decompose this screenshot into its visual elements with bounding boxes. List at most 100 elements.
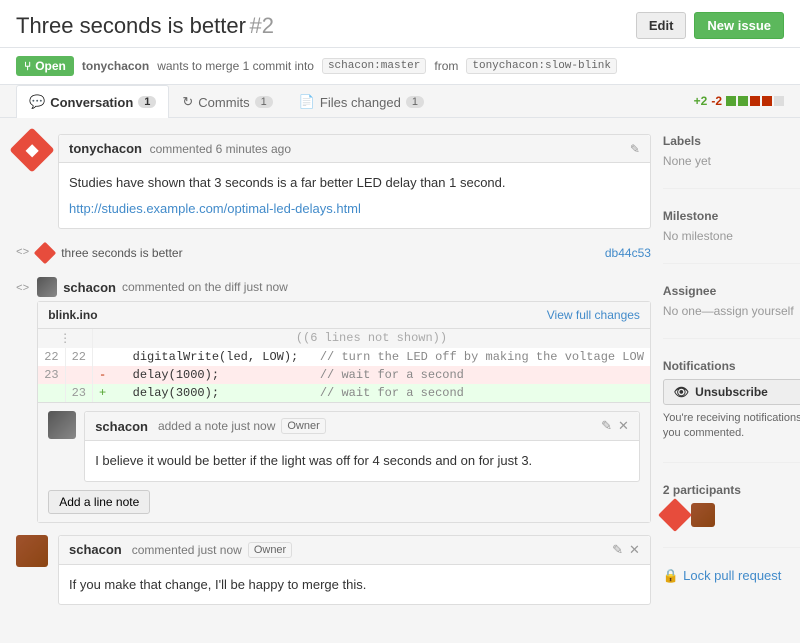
participants-title: 2 participants (663, 483, 800, 497)
diff-block-del2 (762, 96, 772, 106)
diff-row-normal: 22 22 digitalWrite(led, LOW); // turn th… (38, 348, 650, 366)
avatar-schacon-small (37, 277, 57, 297)
labels-value: None yet (663, 154, 800, 168)
notification-text: You're receiving notifications because y… (663, 411, 800, 442)
divider-5 (663, 547, 800, 548)
sidebar-milestone: Milestone ⚙ No milestone (663, 209, 800, 243)
new-issue-button[interactable]: New issue (694, 12, 784, 39)
from-text: from (434, 59, 458, 73)
diff-table: ⋮ ((6 lines not shown)) 22 22 digitalWr (38, 329, 650, 402)
diff-blocks (726, 96, 784, 106)
pr-author: tonychacon (82, 59, 149, 73)
status-badge: ⑂ Open (16, 56, 74, 76)
diff-filename: blink.ino (48, 308, 97, 322)
avatar-small-diamond (34, 242, 57, 265)
diff-block-add2 (738, 96, 748, 106)
owner-badge: Owner (281, 418, 325, 434)
add-line-note-button[interactable]: Add a line note (48, 490, 150, 514)
close-icon-schacon[interactable]: ✕ (629, 542, 640, 558)
commit-hash[interactable]: db44c53 (605, 246, 651, 260)
comment-box-tonychacon: tonychacon commented 6 minutes ago ✎ Stu… (58, 134, 651, 229)
pr-description: wants to merge 1 commit into (157, 59, 314, 73)
diff-comment-block: <> schacon commented on the diff just no… (16, 277, 651, 523)
sidebar-labels: Labels ⚙ None yet (663, 134, 800, 168)
comment-time: commented 6 minutes ago (150, 142, 291, 156)
comment-body: Studies have shown that 3 seconds is a f… (59, 163, 650, 228)
sidebar-participants: 2 participants (663, 483, 800, 527)
inline-comment-body: I believe it would be better if the ligh… (85, 441, 639, 481)
sidebar-notifications: Notifications 👁 Unsubscribe You're recei… (663, 359, 800, 442)
labels-title: Labels (663, 134, 701, 148)
diff-inline: blink.ino View full changes ⋮ ((6 lines … (37, 301, 651, 523)
diff-expand-row: ⋮ ((6 lines not shown)) (38, 329, 650, 348)
schacon-author: schacon (69, 542, 122, 557)
participant-avatar-schacon (691, 503, 715, 527)
milestone-value: No milestone (663, 229, 800, 243)
code-icon: <> (16, 247, 29, 259)
inline-comment-header: schacon added a note just now Owner ✎ ✕ (85, 412, 639, 441)
header-actions: Edit New issue (636, 12, 784, 39)
divider-1 (663, 188, 800, 189)
sidebar-lock: 🔒 Lock pull request (663, 568, 800, 584)
milestone-title: Milestone (663, 209, 718, 223)
main-content: ◆ tonychacon commented 6 minutes ago ✎ (0, 118, 800, 643)
diff-view-link[interactable]: View full changes (547, 308, 640, 322)
content-area: ◆ tonychacon commented 6 minutes ago ✎ (0, 118, 800, 643)
tabs: 💬 Conversation 1 ↻ Commits 1 📄 Files cha… (0, 85, 800, 118)
diff-row-del: 23 - delay(1000); // wait for a second (38, 366, 650, 384)
assignee-value: No one—assign yourself (663, 304, 800, 318)
left-column: ◆ tonychacon commented 6 minutes ago ✎ (16, 134, 651, 627)
avatar-tonychacon: ◆ (9, 127, 54, 172)
divider-4 (663, 462, 800, 463)
right-sidebar: Labels ⚙ None yet Milestone ⚙ No milesto… (663, 134, 800, 627)
comment-link[interactable]: http://studies.example.com/optimal-led-d… (69, 201, 361, 216)
page-title: Three seconds is better #2 (16, 13, 274, 39)
git-icon: ⑂ (24, 59, 31, 73)
avatar-schacon-inline (48, 411, 76, 439)
diff-row-add: 23 + delay(3000); // wait for a second (38, 384, 650, 402)
inline-time: added a note just now (158, 419, 275, 433)
divider-2 (663, 263, 800, 264)
close-icon-inline[interactable]: ✕ (618, 418, 629, 434)
inline-author: schacon (95, 419, 148, 434)
schacon-owner-badge: Owner (248, 542, 292, 558)
edit-icon-inline[interactable]: ✎ (601, 418, 612, 434)
participant-avatar-tonychacon (658, 498, 692, 532)
comment-header: tonychacon commented 6 minutes ago ✎ (59, 135, 650, 163)
eye-icon: 👁 (674, 385, 689, 399)
edit-icon-schacon[interactable]: ✎ (612, 542, 623, 558)
comment-author: tonychacon (69, 141, 142, 156)
edit-icon[interactable]: ✎ (630, 142, 640, 156)
schacon-comment-header: schacon commented just now Owner ✎ ✕ (59, 536, 650, 565)
inline-comment: schacon added a note just now Owner ✎ ✕ (38, 402, 650, 522)
tab-conversation[interactable]: 💬 Conversation 1 (16, 85, 169, 118)
edit-button[interactable]: Edit (636, 12, 687, 39)
diff-stats: +2 -2 (694, 94, 784, 108)
diff-block-neu1 (774, 96, 784, 106)
diff-block-add1 (726, 96, 736, 106)
lock-icon: 🔒 (663, 568, 679, 584)
avatar-schacon (16, 535, 48, 567)
commit-label: three seconds is better (61, 246, 182, 260)
page-header: Three seconds is better #2 Edit New issu… (0, 0, 800, 48)
conversation-icon: 💬 (29, 94, 45, 110)
head-branch[interactable]: tonychacon:slow-blink (466, 58, 617, 74)
schacon-time: commented just now (132, 543, 242, 557)
comment-block-schacon: schacon commented just now Owner ✎ ✕ If … (16, 535, 651, 606)
lock-pull-request-link[interactable]: 🔒 Lock pull request (663, 568, 800, 584)
notifications-title: Notifications (663, 359, 736, 373)
unsubscribe-button[interactable]: 👁 Unsubscribe (663, 379, 800, 405)
pr-meta: ⑂ Open tonychacon wants to merge 1 commi… (0, 48, 800, 85)
sidebar-assignee: Assignee ⚙ No one—assign yourself (663, 284, 800, 318)
schacon-comment-body: If you make that change, I'll be happy t… (59, 565, 650, 605)
tab-commits[interactable]: ↻ Commits 1 (169, 85, 285, 118)
base-branch[interactable]: schacon:master (322, 58, 426, 74)
diff-comment-time: commented on the diff just now (122, 280, 288, 294)
files-icon: 📄 (299, 94, 315, 110)
diff-block-del1 (750, 96, 760, 106)
comment-block-tonychacon: ◆ tonychacon commented 6 minutes ago ✎ (16, 134, 651, 229)
tab-files-changed[interactable]: 📄 Files changed 1 (286, 85, 437, 118)
diff-header: blink.ino View full changes (38, 302, 650, 329)
diff-code-icon: <> (16, 283, 29, 295)
participants-avatars (663, 503, 800, 527)
